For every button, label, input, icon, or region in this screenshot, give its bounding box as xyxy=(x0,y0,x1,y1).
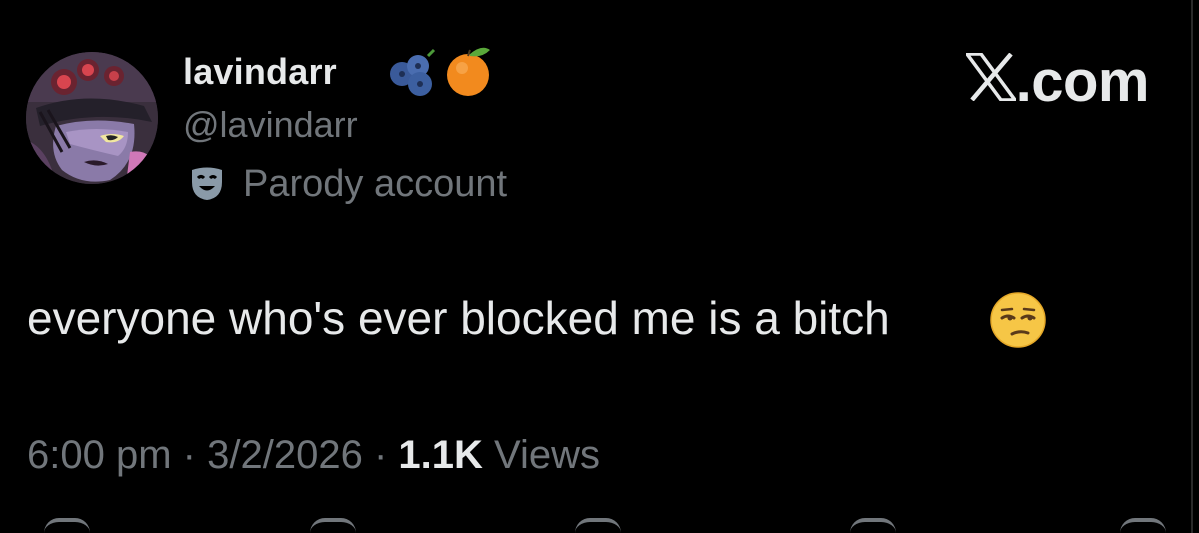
handle[interactable]: @lavindarr xyxy=(183,103,358,147)
name-emojis xyxy=(390,47,490,96)
x-logo-icon xyxy=(965,53,1016,101)
tweet-metadata: 6:00 pm · 3/2/2026 · 1.1K Views xyxy=(27,431,600,479)
theater-mask-icon xyxy=(192,167,222,200)
parody-label: Parody account xyxy=(243,163,508,205)
scrollbar[interactable] xyxy=(1191,0,1193,533)
avatar[interactable] xyxy=(26,52,158,184)
views-count: 1.1K xyxy=(398,433,483,477)
like-icon[interactable] xyxy=(575,518,621,533)
bookmark-icon[interactable] xyxy=(850,518,896,533)
display-name[interactable]: lavindarr xyxy=(183,50,337,94)
tweet-card: lavindarr @lavindarr Parody account .com… xyxy=(0,0,1199,533)
brand-text: .com xyxy=(1015,49,1150,114)
unamused-face-emoji xyxy=(990,292,1046,348)
orange-emoji xyxy=(447,47,490,96)
tweet-date[interactable]: 3/2/2026 xyxy=(207,433,363,477)
retweet-icon[interactable] xyxy=(310,518,356,533)
blueberries-emoji xyxy=(390,48,436,96)
brand-watermark: .com xyxy=(965,49,1150,114)
action-bar xyxy=(0,518,1199,533)
separator: · xyxy=(373,433,388,477)
separator: · xyxy=(182,433,196,477)
share-icon[interactable] xyxy=(1120,518,1166,533)
avatar-image xyxy=(26,52,158,184)
reply-icon[interactable] xyxy=(44,518,90,533)
views-label: Views xyxy=(494,433,600,477)
tweet-text: everyone who's ever blocked me is a bitc… xyxy=(27,292,890,344)
tweet-time[interactable]: 6:00 pm xyxy=(27,433,172,477)
